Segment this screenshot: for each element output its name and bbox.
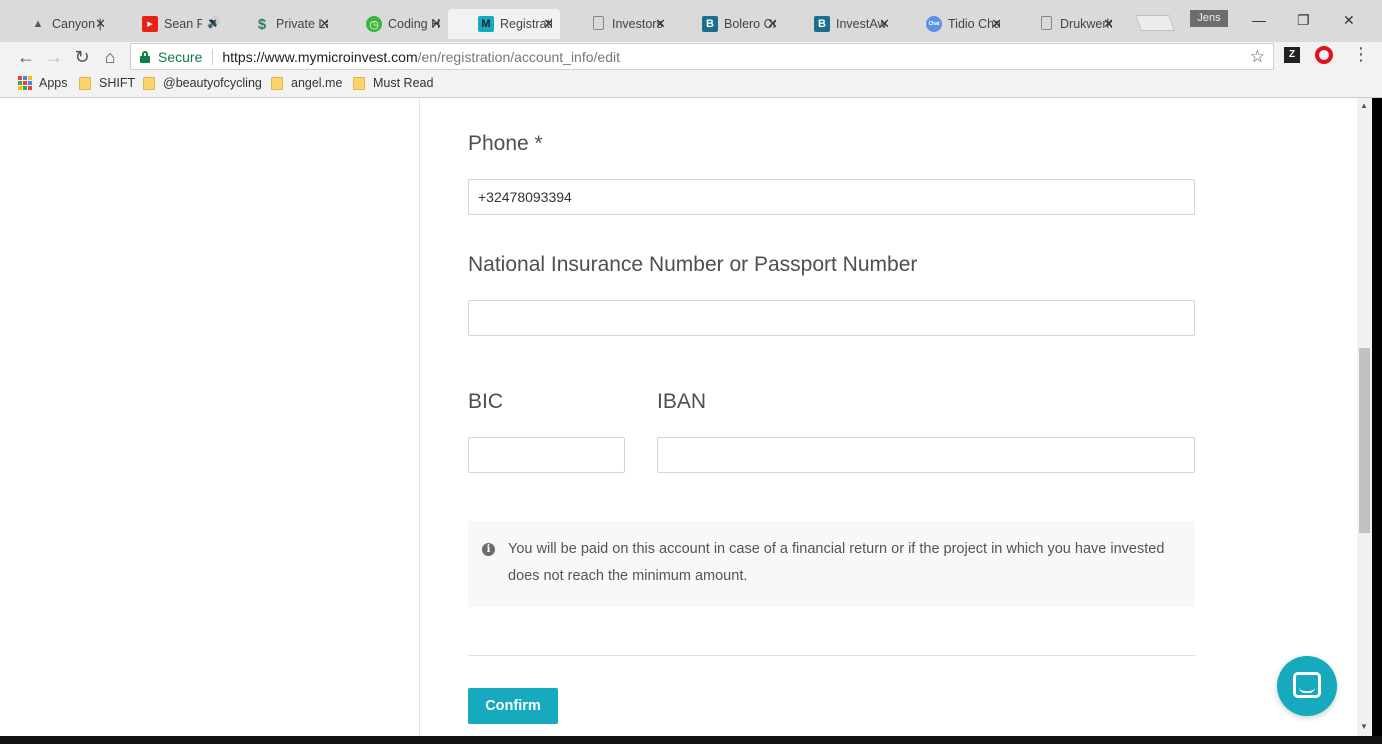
youtube-icon: ▶ <box>142 16 158 32</box>
bookmark-label: angel.me <box>291 76 343 90</box>
national-id-field[interactable] <box>468 300 1195 336</box>
scroll-down-icon[interactable]: ▼ <box>1360 722 1368 731</box>
iban-label: IBAN <box>657 390 707 413</box>
info-notice: i You will be paid on this account in ca… <box>468 521 1195 607</box>
tab-investaw[interactable]: B InvestAw ✕ <box>784 9 896 39</box>
apps-grid-icon <box>18 76 32 90</box>
url-host: https://www.mymicroinvest.com <box>222 48 418 65</box>
folder-icon <box>271 76 283 90</box>
national-id-label: National Insurance Number or Passport Nu… <box>468 253 918 276</box>
bookmark-star-icon[interactable]: ☆ <box>1250 47 1265 67</box>
new-tab-button[interactable] <box>1135 15 1175 31</box>
close-icon[interactable]: ✕ <box>1103 16 1114 32</box>
tab-label: Sean P <box>164 17 202 31</box>
chat-icon <box>1293 672 1321 698</box>
b-icon: B <box>814 16 830 32</box>
reload-icon[interactable]: ↻ <box>71 46 93 68</box>
tab-registration[interactable]: M Registrati ✕ <box>448 9 560 39</box>
close-icon[interactable]: ✕ <box>543 16 554 32</box>
tab-sean[interactable]: ▶ Sean P 🔊 ✕ <box>112 9 224 39</box>
browser-toolbar: ← → ↻ ⌂ Secure https://www.mymicroinvest… <box>0 42 1382 72</box>
divider <box>468 655 1195 656</box>
bic-field[interactable] <box>468 437 625 473</box>
page-icon <box>593 16 604 30</box>
bookmark-label: Must Read <box>373 76 434 90</box>
close-icon[interactable]: ✕ <box>991 16 1002 32</box>
opera-icon[interactable] <box>1315 46 1333 64</box>
m-icon: M <box>478 16 494 32</box>
tab-tidio[interactable]: Chat Tidio Cha ✕ <box>896 9 1008 39</box>
bookmark-angelme[interactable]: angel.me <box>271 76 342 90</box>
tab-private[interactable]: $ Private La ✕ <box>224 9 336 39</box>
close-icon[interactable]: ✕ <box>319 16 330 32</box>
phone-field[interactable]: +32478093394 <box>468 179 1195 215</box>
bookmark-shift[interactable]: SHIFT <box>79 76 135 90</box>
dollar-icon: $ <box>257 15 267 33</box>
close-icon[interactable]: ✕ <box>431 16 442 32</box>
close-icon[interactable]: ✕ <box>95 16 106 32</box>
folder-icon <box>79 76 91 90</box>
home-icon[interactable]: ⌂ <box>99 46 121 68</box>
menu-icon[interactable]: ⋮ <box>1352 44 1370 65</box>
forward-icon[interactable]: → <box>43 46 65 68</box>
url-text[interactable]: https://www.mymicroinvest.com/en/registr… <box>222 49 620 65</box>
tab-canyon[interactable]: ▲ Canyon | ✕ <box>0 9 112 39</box>
secure-label: Secure <box>158 48 203 65</box>
folder-icon <box>143 76 155 90</box>
chat-launcher-button[interactable] <box>1277 656 1337 716</box>
divider <box>212 48 214 65</box>
bookmark-label: @beautyofcycling <box>163 76 262 90</box>
close-icon[interactable]: ✕ <box>767 16 778 32</box>
phone-label: Phone * <box>468 132 543 155</box>
bic-label: BIC <box>468 390 504 413</box>
bookmark-beautyofcycling[interactable]: @beautyofcycling <box>143 76 262 90</box>
scroll-up-icon[interactable]: ▲ <box>1360 101 1368 110</box>
scroll-thumb[interactable] <box>1359 348 1370 533</box>
mountain-icon: ▲ <box>32 18 44 30</box>
close-icon[interactable]: ✕ <box>879 16 890 32</box>
address-bar[interactable]: Secure https://www.mymicroinvest.com/en/… <box>130 43 1274 70</box>
minimize-icon[interactable]: — <box>1252 12 1266 28</box>
extension-icon[interactable]: Z <box>1284 47 1300 63</box>
page-icon <box>1041 16 1052 30</box>
bookmark-apps[interactable]: Apps <box>18 76 68 90</box>
close-icon[interactable]: ✕ <box>207 16 218 32</box>
left-column <box>0 98 420 744</box>
bookmarks-bar: Apps SHIFT @beautyofcycling angel.me Mus… <box>0 72 1382 98</box>
bookmark-label: Apps <box>39 76 68 90</box>
tab-coding[interactable]: ◷ Coding H ✕ <box>336 9 448 39</box>
chat-icon: Chat <box>926 16 942 32</box>
info-icon: i <box>482 543 495 556</box>
tab-strip: ▲ Canyon | ✕ ▶ Sean P 🔊 ✕ $ Private La ✕… <box>0 0 1382 42</box>
restore-icon[interactable]: ❐ <box>1297 12 1310 29</box>
window-close-icon[interactable]: ✕ <box>1343 12 1355 29</box>
bookmark-label: SHIFT <box>99 76 136 90</box>
taskbar <box>0 736 1382 744</box>
url-path: /en/registration/account_info/edit <box>417 48 620 65</box>
b-icon: B <box>702 16 718 32</box>
profile-badge[interactable]: Jens <box>1190 10 1228 27</box>
tab-investors[interactable]: Investors ✕ <box>560 9 672 39</box>
scrollbar[interactable]: ▲ ▼ <box>1357 98 1372 744</box>
confirm-button[interactable]: Confirm <box>468 688 558 724</box>
back-icon[interactable]: ← <box>15 46 37 68</box>
lock-icon <box>140 50 150 63</box>
bookmark-must-read[interactable]: Must Read <box>353 76 433 90</box>
timer-icon: ◷ <box>366 16 382 32</box>
window-frame <box>1372 98 1382 744</box>
page-content: Phone * +32478093394 National Insurance … <box>0 98 1382 744</box>
notice-text: You will be paid on this account in case… <box>508 541 1165 584</box>
tab-drukwerk[interactable]: Drukwerk ✕ <box>1008 9 1120 39</box>
close-icon[interactable]: ✕ <box>655 16 666 32</box>
tab-bolero[interactable]: B Bolero Cr ✕ <box>672 9 784 39</box>
folder-icon <box>353 76 365 90</box>
iban-field[interactable] <box>657 437 1195 473</box>
